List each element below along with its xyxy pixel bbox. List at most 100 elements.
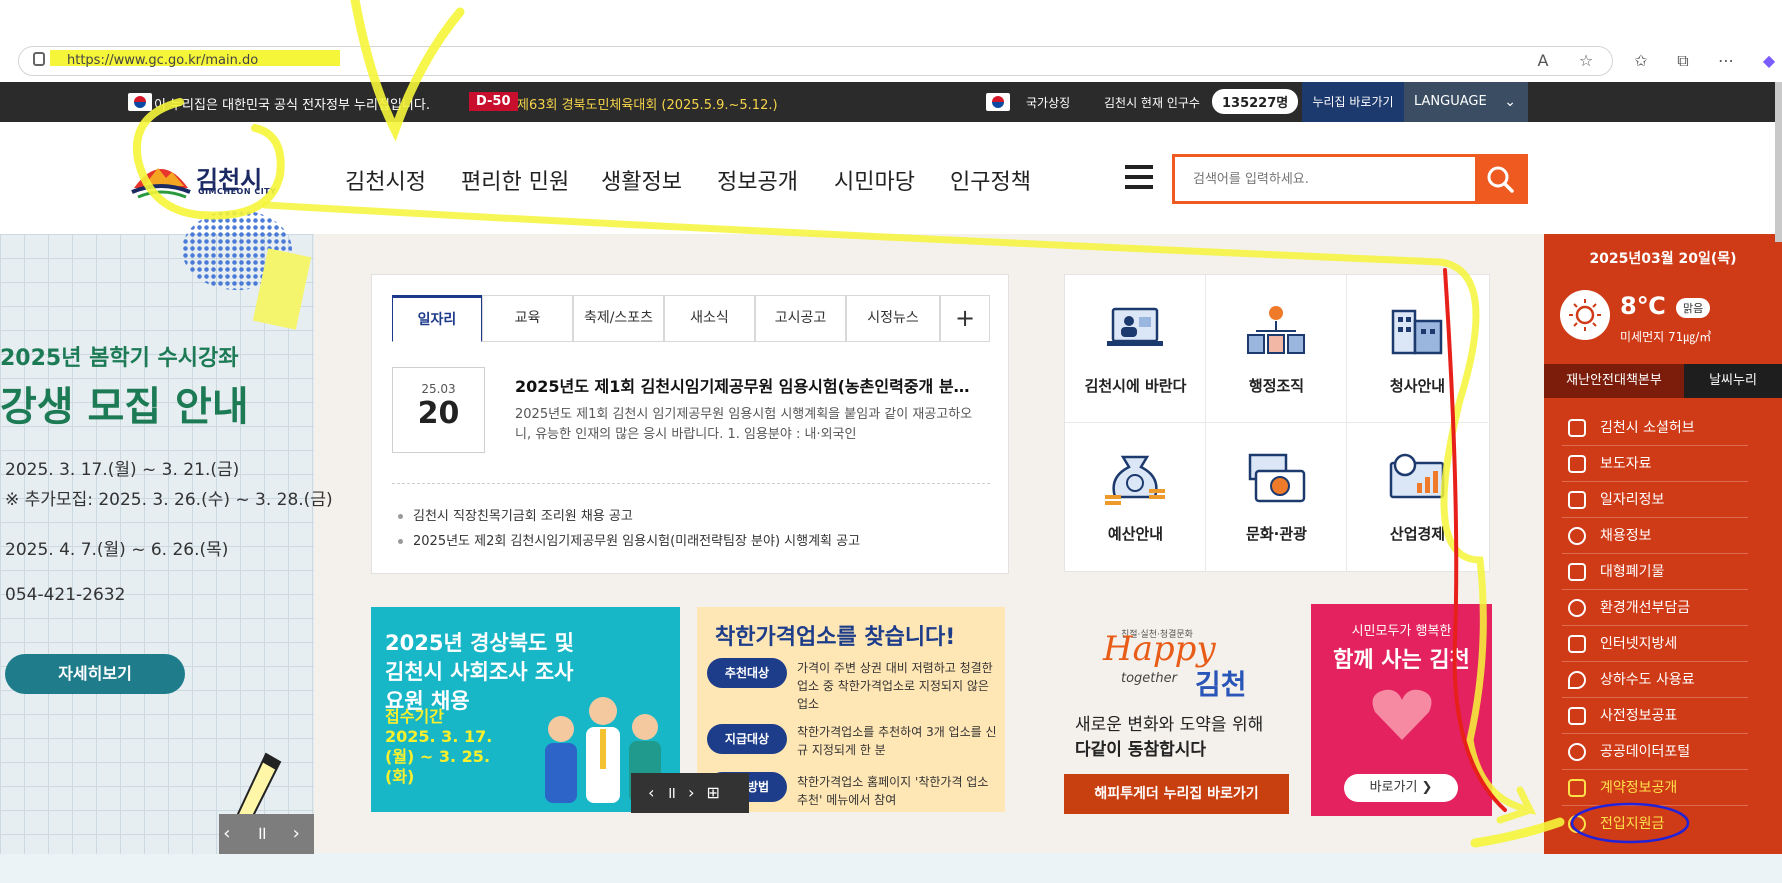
quick-item-budget[interactable]: 예산안내 [1065,423,1206,571]
side-item-water-fee[interactable]: 상하수도 사용료 [1562,662,1748,698]
gov-notice-text[interactable]: 이 누리집은 대한민국 공식 전자정부 누리집입니다. [154,94,430,113]
event-link[interactable]: 제63회 경북도민체육대회 (2025.5.9.~5.12.) [517,94,778,113]
tab-disaster-safety[interactable]: 재난안전대책본부 [1544,364,1684,398]
lock-icon[interactable] [33,52,45,66]
tab-notices[interactable]: 고시공고 [755,295,846,342]
quick-menu-grid: 김천시에 바란다 행정조직 청사안내 예산안내 문화·관광 산업경제 [1064,274,1490,572]
happy-together-link-button[interactable]: 해피투게더 누리집 바로가기 [1064,774,1289,814]
copilot-icon[interactable]: ◆ [1758,50,1780,72]
side-item-open-data[interactable]: 공공데이터포털 [1562,734,1748,770]
hamburger-menu-icon[interactable] [1125,165,1153,189]
collections-icon[interactable]: ⧉ [1672,50,1694,72]
quick-label: 김천시에 바란다 [1084,377,1187,395]
tab-city-news[interactable]: 시정뉴스 [846,295,940,342]
today-date: 2025년03월 20일(목) [1589,251,1737,267]
quick-label: 문화·관광 [1246,525,1307,543]
national-symbol-link[interactable]: 국가상징 [1026,94,1070,111]
quick-item-culture-tourism[interactable]: 문화·관광 [1206,423,1347,571]
period-value: 2025. 3. 17.(월) ~ 3. 25.(화) [385,727,493,786]
sun-weather-icon [1560,290,1610,340]
side-item-contract-info[interactable]: 계약정보공개 [1562,770,1748,806]
details-button[interactable]: 자세히보기 [5,654,185,694]
temperature: 8℃ [1620,292,1666,320]
side-item-press[interactable]: 보도자료 [1562,446,1748,482]
side-item-bulky-waste[interactable]: 대형폐기물 [1562,554,1748,590]
tab-festival-sports[interactable]: 축제/스포츠 [573,295,664,342]
cloud-icon [1568,419,1586,437]
together-gimcheon-banner[interactable]: 시민모두가 행복한 함께 사는 김천 바로가기 ❯ [1311,604,1492,816]
search-input[interactable] [1175,157,1475,201]
side-item-social-hub[interactable]: 김천시 소셜허브 [1562,410,1748,446]
happy-logo-together: together [1121,671,1177,686]
list-item[interactable]: 2025년도 제2회 김천시임기제공무원 임용시험(미래전략팀장 분야) 시행계… [398,530,860,549]
news-headline[interactable]: 2025년도 제1회 김천시임기제공무원 임용시험(농촌인력중개 분… [515,373,985,397]
quick-label: 산업경제 [1389,525,1446,543]
list-document-icon [1568,779,1586,797]
banner-period: 접수기간 2025. 3. 17.(월) ~ 3. 25.(화) [385,707,495,787]
quick-item-organization[interactable]: 행정조직 [1206,275,1347,423]
logo-subtitle: GIMCHEON CITY [198,187,277,196]
more-plus-button[interactable]: + [940,295,990,342]
chevron-down-icon: ⌄ [1504,94,1516,110]
side-item-pre-disclosure[interactable]: 사전정보공표 [1562,698,1748,734]
side-item-label: 대형폐기물 [1600,564,1665,580]
side-item-label: 상하수도 사용료 [1600,672,1695,688]
nav-item-citizen-square[interactable]: 시민마당 [834,164,915,196]
search-button[interactable] [1475,157,1525,201]
favorites-icon[interactable]: ✩ [1630,50,1652,72]
nav-item-civil-service[interactable]: 편리한 민원 [461,164,569,196]
right-side-panel: 2025년03월 20일(목) 8℃ 맑음 미세먼지 71㎍/㎥ 재난안전대책본… [1544,234,1782,854]
site-shortcut-button[interactable]: 누리집 바로가기 [1302,82,1404,122]
period-label: 접수기간 [385,707,444,726]
news-summary[interactable]: 2025년도 제1회 김천시 임기제공무원 임용시험 시행계획을 붙임과 같이 … [515,405,975,445]
quick-item-industry-economy[interactable]: 산업경제 [1347,423,1488,571]
laptop-person-icon [1107,307,1163,346]
tab-jobs[interactable]: 일자리 [392,295,482,342]
economy-chart-icon [1389,453,1445,499]
banner-slider-controls[interactable]: ‹॥›⊞ [631,773,749,813]
population-count: 135227명 [1212,89,1299,114]
side-item-move-in-subsidy[interactable]: 전입지원금 [1562,806,1748,842]
quick-item-petition[interactable]: 김천시에 바란다 [1065,275,1206,423]
row-text: 가격이 주변 상권 대비 저렴하고 청결한 업소 중 착한가격업소로 지정되지 … [797,661,993,711]
favorite-star-icon[interactable]: ☆ [1575,50,1597,72]
url-text[interactable]: https://www.gc.go.kr/main.do [67,53,258,68]
page-scrollbar[interactable] [1775,82,1782,242]
happy-slogan: 새로운 변화와 도약을 위해 다같이 동참합시다 [1075,713,1263,763]
population-label: 김천시 현재 인구수 [1104,96,1200,110]
nav-item-life-info[interactable]: 생활정보 [601,164,682,196]
side-item-local-tax[interactable]: 인터넷지방세 [1562,626,1748,662]
camera-icon [1248,453,1306,503]
banner-period: 2025. 3. 17.(월) ~ 3. 21.(금) [5,460,240,480]
language-select[interactable]: LANGUAGE ⌄ [1404,82,1528,122]
side-item-label: 채용정보 [1600,528,1652,544]
side-item-jobs[interactable]: 일자리정보 [1562,482,1748,518]
heart-icon [1372,689,1432,740]
tab-news[interactable]: 새소식 [664,295,755,342]
document-icon [1568,455,1586,473]
side-item-recruit[interactable]: 채용정보 [1562,518,1748,554]
tab-education[interactable]: 교육 [482,295,573,342]
quick-item-office-guide[interactable]: 청사안내 [1347,275,1488,423]
left-banner-controls[interactable]: ‹ ॥ › [219,814,314,854]
lightbulb-icon [1568,743,1586,761]
side-item-env-charge[interactable]: 환경개선부담금 [1562,590,1748,626]
nav-item-population-policy[interactable]: 인구정책 [950,164,1031,196]
read-aloud-icon[interactable]: A [1532,50,1554,72]
banner-phone: 054-421-2632 [5,585,126,605]
more-options-icon[interactable]: ⋯ [1715,50,1737,72]
news-date-day: 20 [417,396,460,431]
search-icon [1487,166,1514,193]
nav-item-info-disclosure[interactable]: 정보공개 [717,164,798,196]
org-chart-icon [1247,306,1305,354]
national-flag-icon [986,93,1010,111]
list-item[interactable]: 김천시 직장친목기금회 조리원 채용 공고 [398,505,633,524]
building-icon [1391,309,1443,355]
go-button[interactable]: 바로가기 ❯ [1344,774,1458,802]
water-drop-icon [1568,671,1586,689]
nav-item-city-admin[interactable]: 김천시정 [345,164,426,196]
money-bag-icon [1105,455,1165,505]
tab-weather-nuri[interactable]: 날씨누리 [1684,364,1782,398]
slogan-line1: 새로운 변화와 도약을 위해 [1075,715,1264,735]
gimcheon-logo-icon[interactable] [130,156,192,201]
